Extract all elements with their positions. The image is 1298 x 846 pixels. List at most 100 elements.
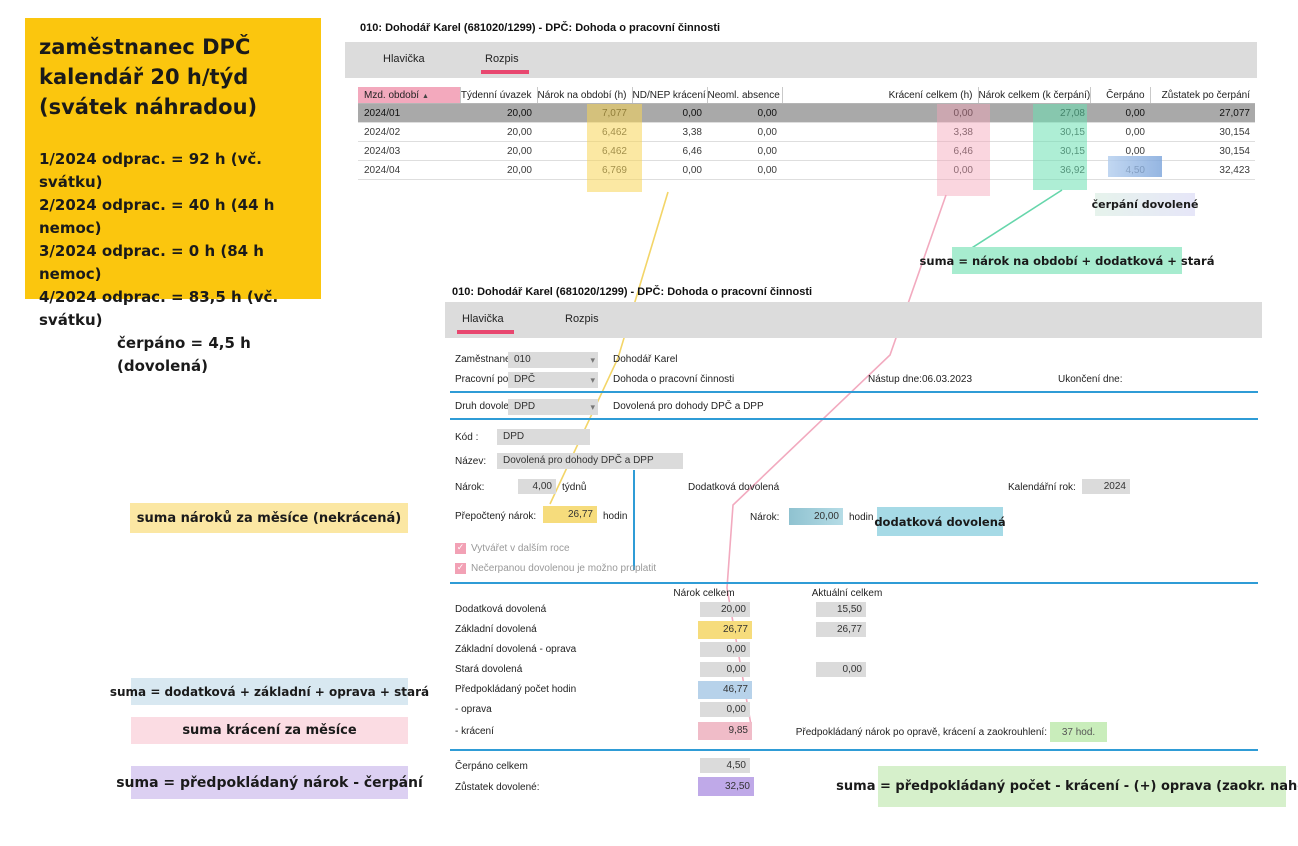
- annotation-suma-kraceni: suma krácení za měsíce: [131, 717, 408, 744]
- code-label: Kód :: [455, 432, 478, 443]
- annotation-suma-narok-obdobi: suma = nárok na období + dodatková + sta…: [952, 247, 1182, 274]
- column-header[interactable]: Čerpáno: [1090, 87, 1150, 104]
- table-row[interactable]: 2024/0320,00 6,4626,46 0,006,46 30,150,0…: [358, 142, 1255, 161]
- employee-combobox[interactable]: 010▾: [508, 352, 598, 368]
- start-date-label: Nástup dne:: [868, 374, 922, 385]
- column-header[interactable]: Zůstatek po čerpání: [1150, 87, 1255, 104]
- drawn-total-field: 4,50: [700, 758, 750, 773]
- employment-name: Dohoda o pracovní činnosti: [613, 374, 734, 385]
- summary-narok-field: 0,00: [700, 642, 750, 657]
- summary-narok-field: 9,85: [698, 722, 752, 740]
- summary-row-label: Předpokládaný počet hodin: [455, 684, 576, 695]
- employee-name: Dohodář Karel: [613, 354, 677, 365]
- table-header-row: Mzd. období▲ Týdenní úvazek Nárok na obd…: [358, 87, 1255, 104]
- summary-row-label: Základní dovolená - oprava: [455, 644, 576, 655]
- note-detail-line: 4/2024 odprac. = 83,5 h (vč. svátku): [39, 286, 321, 332]
- summary-aktualni-field: 15,50: [816, 602, 866, 617]
- tab-rozpis[interactable]: Rozpis: [485, 53, 519, 65]
- annotation-dodatkova-dovolena: dodatková dovolená: [877, 507, 1003, 536]
- note-detail-line: čerpáno = 4,5 h (dovolená): [39, 332, 321, 378]
- entitlement-label: Nárok:: [455, 482, 484, 493]
- calendar-year-field[interactable]: 2024: [1082, 479, 1130, 494]
- column-header[interactable]: Týdenní úvazek: [460, 87, 537, 104]
- entitlement-unit: týdnů: [562, 482, 586, 493]
- summary-narok-field: 0,00: [700, 662, 750, 677]
- annotation-suma-dodatkova: suma = dodatková + základní + oprava + s…: [131, 678, 408, 705]
- code-field[interactable]: DPD: [497, 429, 590, 445]
- annotation-suma-bottom: suma = předpokládaný počet - krácení - (…: [878, 766, 1286, 807]
- column-header[interactable]: Neoml. absence (h): [707, 87, 782, 104]
- summary-row-label: Stará dovolená: [455, 664, 522, 675]
- rozpis-tabbar: Hlavička Rozpis: [345, 42, 1257, 78]
- column-header-mzd-obdobi[interactable]: Mzd. období▲: [358, 87, 460, 104]
- summary-narok-field: 26,77: [698, 621, 752, 639]
- recalculated-entitlement-unit: hodin: [603, 511, 627, 522]
- active-tab-underline: [457, 330, 514, 334]
- chevron-down-icon: ▾: [590, 352, 595, 368]
- summary-col2-header: Aktuální celkem: [792, 588, 902, 599]
- drawn-total-label: Čerpáno celkem: [455, 761, 528, 772]
- table-row[interactable]: 2024/0420,00 6,7690,00 0,000,00 36,924,5…: [358, 161, 1255, 180]
- note-detail-line: 1/2024 odprac. = 92 h (vč. svátku): [39, 148, 321, 194]
- column-header[interactable]: Nárok na období (h): [537, 87, 632, 104]
- column-header[interactable]: Nárok celkem (k čerpání): [978, 87, 1090, 104]
- tab-rozpis[interactable]: Rozpis: [565, 313, 599, 325]
- checkbox-payout-unused-label: Nečerpanou dovolenou je možno proplatit: [471, 563, 656, 574]
- column-header[interactable]: Krácení celkem (h): [782, 87, 978, 104]
- hlavicka-panel-title: 010: Dohodář Karel (681020/1299) - DPČ: …: [452, 286, 812, 298]
- tab-hlavicka[interactable]: Hlavička: [383, 53, 425, 65]
- rozpis-panel-title: 010: Dohodář Karel (681020/1299) - DPČ: …: [360, 22, 720, 34]
- rounded-entitlement-value: 37 hod.: [1050, 722, 1107, 742]
- chevron-down-icon: ▾: [590, 399, 595, 415]
- annotation-cerpani-dovolene: čerpání dovolené: [1095, 193, 1195, 216]
- column-header[interactable]: ND/NEP krácení (h): [632, 87, 707, 104]
- vacation-periods-table: Mzd. období▲ Týdenní úvazek Nárok na obd…: [358, 87, 1255, 180]
- recalculated-entitlement-label: Přepočtený nárok:: [455, 511, 536, 522]
- entitlement-weeks-field[interactable]: 4,00: [518, 479, 556, 494]
- additional-entitlement-field[interactable]: 20,00: [789, 508, 843, 525]
- vacation-type-combobox[interactable]: DPD▾: [508, 399, 598, 415]
- name-label: Název:: [455, 456, 486, 467]
- additional-vacation-header: Dodatková dovolená: [688, 482, 779, 493]
- calendar-year-label: Kalendářní rok:: [1008, 482, 1076, 493]
- annotation-suma-naroku-mesice: suma nároků za měsíce (nekrácená): [130, 503, 408, 533]
- summary-aktualni-field: 0,00: [816, 662, 866, 677]
- tab-hlavicka[interactable]: Hlavička: [462, 313, 504, 325]
- checkmark-icon: ✓: [457, 543, 465, 553]
- annotation-suma-predpokladany: suma = předpokládaný nárok - čerpání: [131, 766, 408, 799]
- checkbox-create-next-year-label: Vytvářet v dalším roce: [471, 543, 570, 554]
- summary-narok-field: 0,00: [700, 702, 750, 717]
- start-date-value: 06.03.2023: [922, 374, 972, 385]
- separator: [450, 582, 1258, 584]
- separator: [450, 749, 1258, 751]
- vacation-balance-field: 32,50: [698, 777, 754, 796]
- active-tab-underline: [481, 70, 529, 74]
- summary-row-label: Základní dovolená: [455, 624, 537, 635]
- separator: [450, 418, 1258, 420]
- hlavicka-tabbar: Hlavička Rozpis: [445, 302, 1262, 338]
- note-detail-line: 2/2024 odprac. = 40 h (44 h nemoc): [39, 194, 321, 240]
- rounded-entitlement-label: Předpokládaný nárok po opravě, krácení a…: [780, 727, 1047, 738]
- employment-combobox[interactable]: DPČ▾: [508, 372, 598, 388]
- note-heading-line: zaměstnanec DPČ: [39, 32, 321, 62]
- summary-narok-field: 46,77: [698, 681, 752, 699]
- additional-entitlement-label: Nárok:: [750, 512, 779, 523]
- summary-col1-header: Nárok celkem: [649, 588, 759, 599]
- sort-ascending-icon: ▲: [422, 93, 429, 100]
- checkbox-create-next-year[interactable]: ✓: [455, 543, 466, 554]
- summary-row-label: - krácení: [455, 726, 494, 737]
- vacation-type-name: Dovolená pro dohody DPČ a DPP: [613, 401, 764, 412]
- chevron-down-icon: ▾: [590, 372, 595, 388]
- summary-row-label: Dodatková dovolená: [455, 604, 546, 615]
- separator: [450, 391, 1258, 393]
- summary-row-label: - oprava: [455, 704, 492, 715]
- name-field[interactable]: Dovolená pro dohody DPČ a DPP: [497, 453, 683, 469]
- recalculated-entitlement-field[interactable]: 26,77: [543, 506, 597, 523]
- table-row[interactable]: 2024/0120,00 7,0770,00 0,000,00 27,080,0…: [358, 104, 1255, 123]
- additional-entitlement-unit: hodin: [849, 512, 873, 523]
- checkbox-payout-unused[interactable]: ✓: [455, 563, 466, 574]
- vacation-balance-label: Zůstatek dovolené:: [455, 782, 540, 793]
- note-heading-line: kalendář 20 h/týd: [39, 62, 321, 92]
- table-row[interactable]: 2024/0220,00 6,4623,38 0,003,38 30,150,0…: [358, 123, 1255, 142]
- checkmark-icon: ✓: [457, 563, 465, 573]
